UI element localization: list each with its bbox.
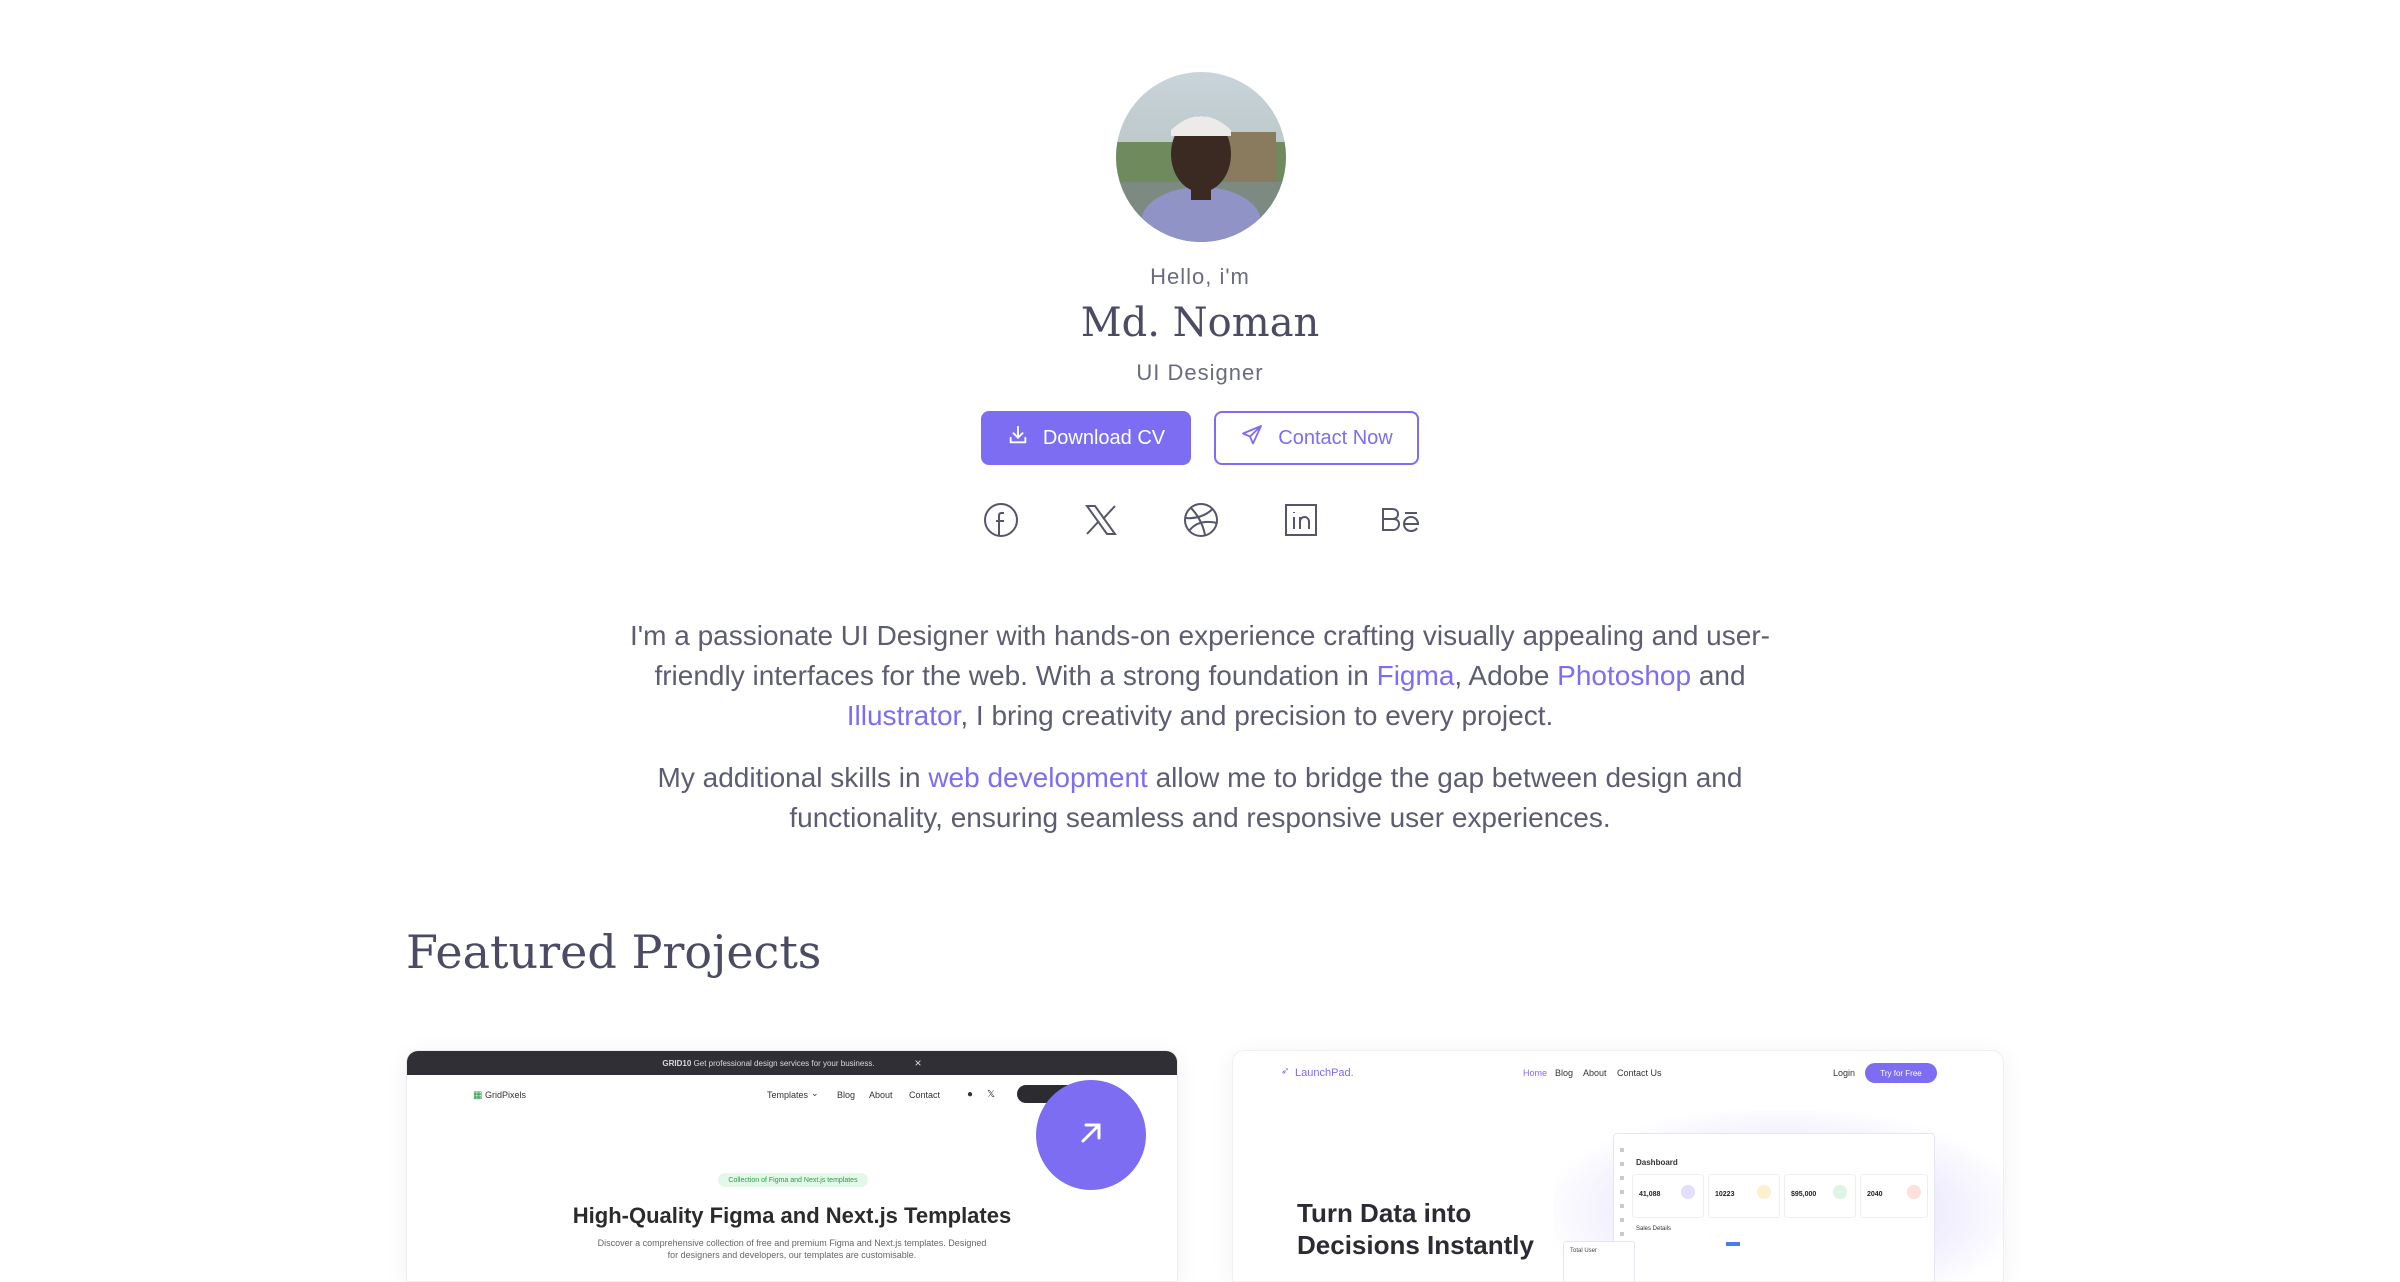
profile-role: UI Designer	[1136, 360, 1264, 385]
brand-name: GridPixels	[485, 1090, 527, 1100]
grid-logo-icon: ▦	[473, 1090, 483, 1101]
greeting-text: Hello, i'm	[1150, 264, 1250, 289]
stat-card: $95,000	[1784, 1174, 1856, 1218]
contact-now-button[interactable]: Contact Now	[1214, 411, 1419, 465]
bio-text: and	[1691, 660, 1746, 691]
arrow-up-right-icon	[1074, 1116, 1108, 1155]
dribbble-icon[interactable]	[1181, 500, 1221, 540]
stat-card: 2040	[1860, 1174, 1928, 1218]
chart-icon	[1833, 1185, 1847, 1199]
nav-blog[interactable]: Blog	[1555, 1068, 1573, 1078]
featured-projects-title: Featured Projects	[406, 925, 822, 979]
bio-text: functionality, ensuring seamless and res…	[789, 802, 1611, 833]
profile-name: Md. Noman	[1080, 300, 1320, 346]
close-icon[interactable]: ×	[915, 1056, 922, 1070]
contact-now-label: Contact Now	[1278, 426, 1393, 449]
bio-text: I'm a passionate UI Designer with hands-…	[630, 620, 1770, 651]
nav-about[interactable]: About	[1583, 1068, 1607, 1078]
headline-line-2: Decisions Instantly	[1297, 1230, 1534, 1260]
x-icon[interactable]	[1081, 500, 1121, 540]
illustrator-link[interactable]: Illustrator	[847, 700, 961, 731]
chevron-down-icon: ⌄	[811, 1088, 819, 1098]
bio-text: , I bring creativity and precision to ev…	[960, 700, 1554, 731]
announcement-text: GRID10 Get professional design services …	[662, 1058, 875, 1068]
try-free-button[interactable]: Try for Free	[1865, 1063, 1937, 1083]
chart-marker	[1726, 1242, 1740, 1246]
clock-icon	[1907, 1185, 1921, 1199]
nav-home[interactable]: Home	[1523, 1068, 1547, 1078]
nav-contact[interactable]: Contact	[909, 1090, 940, 1100]
nav-contact-us[interactable]: Contact Us	[1617, 1068, 1662, 1078]
stat-card: 41,088	[1632, 1174, 1704, 1218]
download-icon	[1007, 424, 1029, 452]
brand-name: LaunchPad.	[1295, 1067, 1354, 1079]
bio-paragraph-1: I'm a passionate UI Designer with hands-…	[560, 616, 1840, 736]
web-development-link[interactable]: web development	[928, 762, 1147, 793]
headline-line-1: Turn Data into	[1297, 1198, 1472, 1228]
x-icon[interactable]: 𝕏	[987, 1089, 995, 1100]
launchpad-headline: Turn Data into Decisions Instantly	[1297, 1197, 1534, 1261]
total-user-card: Total User	[1563, 1241, 1635, 1281]
stat-card: 10223	[1708, 1174, 1780, 1218]
github-icon[interactable]: ●	[967, 1089, 973, 1100]
linkedin-icon[interactable]	[1281, 500, 1321, 540]
facebook-icon[interactable]	[981, 500, 1021, 540]
download-cv-button[interactable]: Download CV	[981, 411, 1191, 465]
stat-value: $95,000	[1791, 1191, 1817, 1198]
open-project-button[interactable]	[1036, 1080, 1146, 1190]
bio-text: allow me to bridge the gap between desig…	[1147, 762, 1743, 793]
project-hero-title: High-Quality Figma and Next.js Templates	[572, 1203, 1012, 1228]
announcement-bar: GRID10 Get professional design services …	[407, 1051, 1177, 1075]
download-cv-label: Download CV	[1042, 426, 1166, 449]
nav-blog[interactable]: Blog	[837, 1090, 855, 1100]
bio-text: , Adobe	[1454, 660, 1558, 691]
sales-details-label: Sales Details	[1636, 1226, 1672, 1232]
behance-icon[interactable]	[1381, 500, 1421, 540]
bio-text: friendly interfaces for the web. With a …	[654, 660, 1377, 691]
users-icon	[1681, 1185, 1695, 1199]
nav-about[interactable]: About	[869, 1090, 893, 1100]
dashboard-title: Dashboard	[1636, 1158, 1678, 1167]
social-links	[981, 500, 1421, 540]
send-icon	[1240, 423, 1264, 453]
stat-value: 10223	[1715, 1191, 1735, 1198]
profile-avatar	[1116, 72, 1286, 242]
total-user-label: Total User	[1570, 1248, 1598, 1254]
stat-value: 41,088	[1639, 1191, 1661, 1198]
figma-link[interactable]: Figma	[1377, 660, 1455, 691]
photoshop-link[interactable]: Photoshop	[1557, 660, 1691, 691]
box-icon	[1757, 1185, 1771, 1199]
project-hero-subtitle: Discover a comprehensive collection of f…	[597, 1238, 987, 1260]
nav-templates[interactable]: Templates	[767, 1090, 808, 1100]
bio-text: My additional skills in	[657, 762, 929, 793]
rocket-icon: ➶	[1281, 1066, 1290, 1077]
login-link[interactable]: Login	[1833, 1068, 1855, 1078]
stat-value: 2040	[1867, 1191, 1883, 1198]
collection-pill: Collection of Figma and Next.js template…	[718, 1173, 868, 1187]
bio-paragraph-2: My additional skills in web development …	[560, 758, 1840, 838]
project-card-launchpad[interactable]: ➶ LaunchPad. Home Blog About Contact Us …	[1232, 1050, 2004, 1282]
